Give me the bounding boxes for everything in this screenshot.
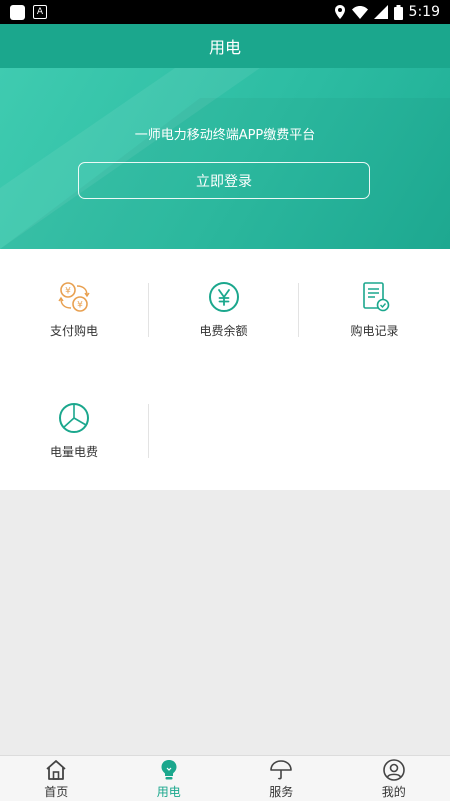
page-title: 用电 — [209, 34, 241, 58]
tab-service-label: 服务 — [269, 783, 293, 800]
energy-fee-label: 电量电费 — [50, 443, 98, 460]
location-icon — [334, 5, 346, 19]
pie-chart-icon — [57, 401, 91, 435]
purchase-record-label: 购电记录 — [350, 322, 398, 339]
hero-banner: 一师电力移动终端APP缴费平台 立即登录 — [0, 68, 450, 249]
tab-electricity-label: 用电 — [157, 783, 181, 800]
balance-label: 电费余额 — [199, 322, 247, 339]
tab-service[interactable]: 服务 — [225, 756, 338, 801]
exchange-coins-icon: ¥ ¥ — [57, 280, 91, 314]
svg-text:¥: ¥ — [65, 287, 71, 297]
feature-grid-row-1: ¥ ¥ 支付购电 电费余额 购电记录 — [0, 249, 450, 371]
tab-electricity[interactable]: 用电 — [113, 756, 226, 801]
pay-purchase-item[interactable]: ¥ ¥ 支付购电 — [0, 249, 148, 370]
lightbulb-icon — [157, 758, 181, 782]
tab-mine[interactable]: 我的 — [338, 756, 450, 801]
app-bar: 用电 — [0, 24, 450, 68]
tab-home-label: 首页 — [44, 783, 68, 800]
tab-mine-label: 我的 — [382, 783, 406, 800]
login-button[interactable]: 立即登录 — [78, 162, 370, 199]
home-icon — [44, 758, 68, 782]
notification-a-icon: A — [33, 5, 47, 19]
status-time: 5:19 — [409, 4, 440, 20]
balance-item[interactable]: 电费余额 — [149, 249, 298, 370]
document-check-icon — [358, 280, 392, 314]
hero-decoration — [0, 68, 450, 249]
feature-grid-row-2: 电量电费 — [0, 370, 450, 490]
grid-divider — [148, 404, 149, 458]
wifi-icon — [352, 6, 368, 19]
notification-app-icon — [10, 5, 25, 20]
tab-home[interactable]: 首页 — [0, 756, 113, 801]
signal-icon — [374, 5, 388, 19]
yen-circle-icon — [207, 280, 241, 314]
purchase-record-item[interactable]: 购电记录 — [299, 249, 450, 370]
pay-purchase-label: 支付购电 — [50, 322, 98, 339]
umbrella-icon — [269, 758, 293, 782]
energy-fee-item[interactable]: 电量电费 — [0, 370, 148, 490]
bottom-tab-bar: 首页 用电 服务 我的 — [0, 755, 450, 801]
svg-text:¥: ¥ — [77, 301, 83, 311]
user-circle-icon — [382, 758, 406, 782]
status-bar: A 5:19 — [0, 0, 450, 24]
battery-icon — [394, 5, 403, 20]
hero-subtitle: 一师电力移动终端APP缴费平台 — [0, 124, 450, 143]
